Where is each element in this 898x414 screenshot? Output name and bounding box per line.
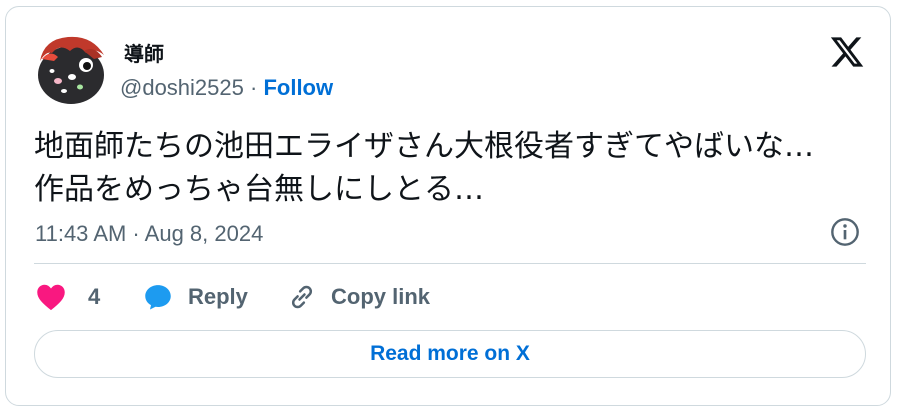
like-count: 4 <box>88 284 101 309</box>
read-more-button[interactable]: Read more on X <box>34 330 866 378</box>
tweet-text-line-2: 作品をめっちゃ台無しにしとる… <box>34 172 484 207</box>
read-more-label: Read more on X <box>370 342 530 365</box>
copy-link-label: Copy link <box>331 284 431 309</box>
handle-row: @doshi2525 · Follow <box>120 75 333 101</box>
follow-link[interactable]: Follow <box>263 75 333 100</box>
tweet-card: 導師 @doshi2525 · Follow 地面師たちの池田エライザさん大根役… <box>5 6 891 406</box>
link-icon <box>291 285 313 309</box>
avatar[interactable] <box>34 31 108 105</box>
tweet-text-line-1: 地面師たちの池田エライザさん大根役者すぎてやばいな… <box>34 129 814 164</box>
speech-bubble-icon <box>145 285 171 310</box>
copy-link-button[interactable]: Copy link <box>287 279 430 315</box>
tweet-text: 地面師たちの池田エライザさん大根役者すぎてやばいな… 作品をめっちゃ台無しにしと… <box>34 125 874 211</box>
reply-label: Reply <box>188 284 248 309</box>
author-name[interactable]: 導師 <box>124 38 164 67</box>
avatar-image <box>38 36 104 104</box>
divider <box>34 263 866 264</box>
heart-icon <box>37 284 65 311</box>
reply-button[interactable]: Reply <box>142 279 248 315</box>
tweet-timestamp[interactable]: 11:43 AM · Aug 8, 2024 <box>35 221 263 247</box>
info-icon[interactable] <box>829 216 861 248</box>
separator-dot: · <box>250 75 258 100</box>
x-logo-icon[interactable] <box>829 34 865 70</box>
like-button[interactable]: 4 <box>36 279 100 315</box>
author-handle[interactable]: @doshi2525 <box>120 75 244 100</box>
